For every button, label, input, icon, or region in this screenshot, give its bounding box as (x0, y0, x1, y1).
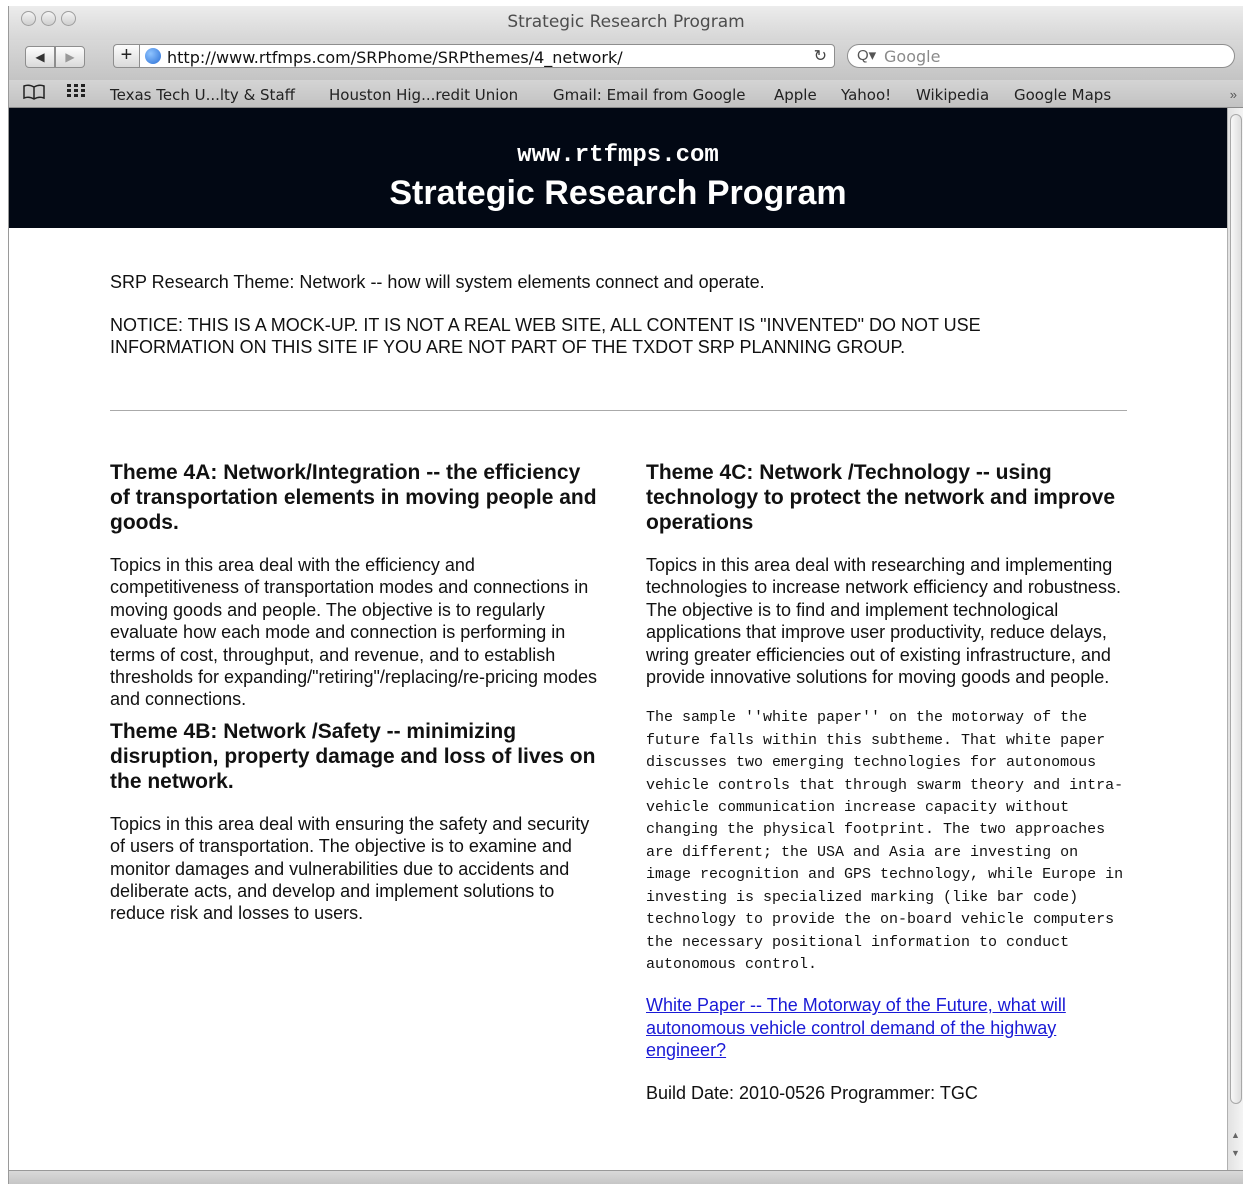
back-button[interactable]: ◀ (25, 46, 55, 68)
theme-4b-heading: Theme 4B: Network /Safety -- minimizing … (110, 719, 596, 793)
site-domain: www.rtfmps.com (517, 142, 719, 169)
status-bar (9, 1170, 1243, 1184)
title-bar: Strategic Research Program (9, 6, 1243, 40)
bookmark-item[interactable]: Houston Hig...redit Union (329, 86, 518, 104)
theme-4c-body: Topics in this area deal with researchin… (646, 555, 1121, 688)
research-theme-intro: SRP Research Theme: Network -- how will … (110, 272, 765, 292)
back-arrow-icon: ◀ (35, 50, 45, 64)
forward-button[interactable]: ▶ (55, 46, 85, 68)
add-bookmark-button[interactable]: + (113, 44, 139, 68)
mockup-notice: NOTICE: THIS IS A MOCK-UP. IT IS NOT A R… (110, 315, 981, 357)
theme-4b-body: Topics in this area deal with ensuring t… (110, 813, 590, 924)
theme-4a-heading: Theme 4A: Network/Integration -- the eff… (110, 461, 597, 534)
address-bar[interactable]: http://www.rtfmps.com/SRPhome/SRPthemes/… (139, 44, 835, 68)
white-paper-link[interactable]: White Paper -- The Motorway of the Futur… (646, 995, 1066, 1060)
bookmark-item[interactable]: Yahoo! (841, 86, 891, 104)
page-title: Strategic Research Program (389, 174, 847, 212)
bookmarks-bar: Texas Tech U...lty & Staff Houston Hig..… (9, 80, 1243, 108)
globe-icon (145, 48, 161, 64)
toolbar: ◀ ▶ + http://www.rtfmps.com/SRPhome/SRPt… (9, 40, 1243, 80)
bookmark-item[interactable]: Wikipedia (916, 86, 989, 104)
browser-window: Strategic Research Program ◀ ▶ + http://… (8, 6, 1243, 1184)
plus-icon: + (120, 44, 133, 66)
search-icon[interactable]: Q▾ (857, 46, 876, 64)
site-banner: www.rtfmps.com Strategic Research Progra… (9, 108, 1227, 228)
forward-arrow-icon: ▶ (65, 50, 75, 64)
address-url: http://www.rtfmps.com/SRPhome/SRPthemes/… (167, 48, 623, 67)
reload-icon[interactable]: ↻ (814, 46, 827, 66)
grid-icon[interactable] (67, 84, 85, 102)
bookmark-item[interactable]: Google Maps (1014, 86, 1111, 104)
more-bookmarks-chevron-icon[interactable]: » (1230, 87, 1237, 102)
right-column: Theme 4C: Network /Technology -- using t… (646, 460, 1132, 1104)
vertical-scrollbar[interactable]: ▲ ▼ (1227, 108, 1243, 1170)
white-paper-summary: The sample ''white paper'' on the motorw… (646, 709, 1124, 973)
scrollbar-thumb[interactable] (1230, 114, 1242, 1104)
bookmark-item[interactable]: Gmail: Email from Google (553, 86, 746, 104)
scroll-down-arrow-icon[interactable]: ▼ (1231, 1148, 1240, 1158)
page-viewport: www.rtfmps.com Strategic Research Progra… (9, 108, 1227, 1170)
scroll-up-arrow-icon[interactable]: ▲ (1231, 1130, 1240, 1140)
window-title: Strategic Research Program (507, 12, 745, 32)
divider (110, 410, 1127, 411)
search-placeholder: Google (884, 47, 941, 66)
search-field[interactable]: Q▾ Google (847, 44, 1235, 68)
build-info: Build Date: 2010-0526 Programmer: TGC (646, 1082, 978, 1103)
bookmark-item[interactable]: Texas Tech U...lty & Staff (110, 86, 295, 104)
theme-4a-body: Topics in this area deal with the effici… (110, 555, 598, 710)
book-icon[interactable] (23, 84, 45, 104)
theme-4c-heading: Theme 4C: Network /Technology -- using t… (646, 461, 1116, 534)
left-column: Theme 4A: Network/Integration -- the eff… (110, 460, 600, 925)
bookmark-item[interactable]: Apple (774, 86, 817, 104)
